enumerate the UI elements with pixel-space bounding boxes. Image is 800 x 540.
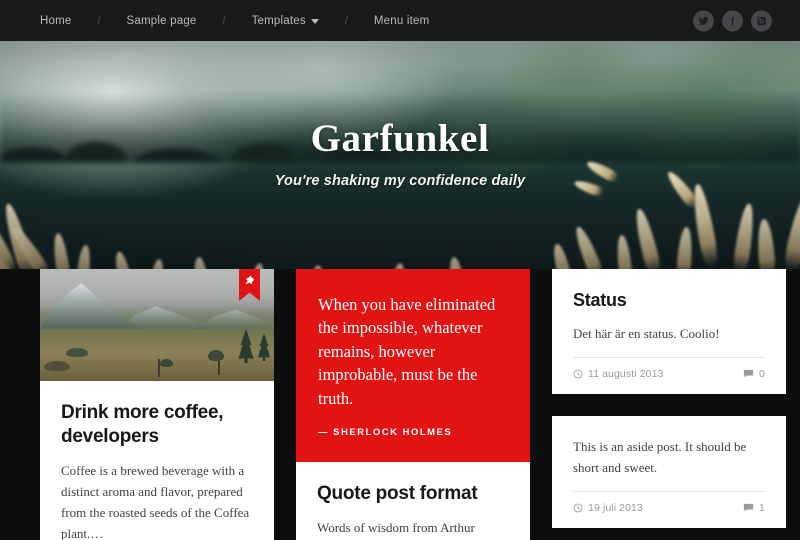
post-column-1: Drink more coffee, developers Coffee is … [40,269,274,540]
post-comment-count[interactable]: 0 [743,368,765,380]
page-root: Home / Sample page / Templates / Menu it… [0,0,800,540]
post-title-quote[interactable]: Quote post format [317,482,509,506]
nav-separator: / [344,14,348,27]
post-meta: 11 augusti 2013 0 [573,356,765,394]
post-date-label: 19 juli 2013 [588,501,643,514]
post-body: Drink more coffee, developers Coffee is … [40,381,274,540]
nav-separator: / [97,14,101,27]
site-tagline: You're shaking my confidence daily [274,172,526,189]
instagram-icon[interactable] [751,10,772,31]
post-body: This is an aside post. It should be shor… [552,416,786,528]
chevron-down-icon [310,19,319,24]
top-navigation-bar: Home / Sample page / Templates / Menu it… [0,0,800,41]
nav-item-menu-item[interactable]: Menu item [372,15,432,27]
post-card-aside[interactable]: This is an aside post. It should be shor… [552,415,786,528]
nav-item-sample-page[interactable]: Sample page [125,15,199,27]
comment-bubble-icon [743,503,754,512]
post-date: 11 augusti 2013 [573,368,663,380]
post-comment-count[interactable]: 1 [743,502,765,514]
post-column-2: When you have eliminated the impossible,… [296,269,530,540]
post-body: Quote post format Words of wisdom from A… [296,462,530,540]
nav-item-menu-item-label: Menu item [373,14,430,27]
facebook-icon[interactable] [722,10,743,31]
post-date: 19 juli 2013 [573,502,643,514]
card-gap [552,394,786,416]
nav-item-templates-label: Templates [251,14,306,27]
twitter-icon[interactable] [693,10,714,31]
post-excerpt-quote: Words of wisdom from Arthur Conan Doyle … [317,520,475,536]
post-column-3: Status Det här är en status. Coolio! 11 … [552,269,786,528]
quote-highlight-block: When you have eliminated the impossible,… [296,269,530,463]
social-links [693,10,772,31]
post-comment-count-label: 0 [759,367,765,380]
quote-text: When you have eliminated the impossible,… [318,295,496,408]
post-excerpt-status: Det här är en status. Coolio! [573,325,720,341]
post-date-label: 11 augusti 2013 [588,367,664,380]
nav-item-templates[interactable]: Templates [250,15,321,27]
nav-separator: / [222,14,226,27]
post-excerpt-coffee: Coffee is a brewed beverage with a disti… [61,462,250,540]
post-card-status[interactable]: Status Det här är en status. Coolio! 11 … [552,269,786,394]
post-card-quote[interactable]: When you have eliminated the impossible,… [296,269,530,540]
quote-citation: — Sherlock Holmes [318,427,453,439]
post-grid: Drink more coffee, developers Coffee is … [0,269,800,540]
post-body: Status Det här är en status. Coolio! 11 … [552,269,786,394]
post-title-coffee[interactable]: Drink more coffee, developers [61,401,253,449]
nav-menu: Home / Sample page / Templates / Menu it… [38,15,431,27]
nav-item-home-label: Home [40,14,72,27]
hero-text-block: Garfunkel You're shaking my confidence d… [0,117,800,189]
nav-item-home[interactable]: Home [38,15,73,27]
post-excerpt-aside: This is an aside post. It should be shor… [573,438,747,475]
post-meta: 19 juli 2013 1 [573,490,765,528]
clock-icon [573,369,583,379]
post-featured-image[interactable] [40,269,274,381]
post-title-status[interactable]: Status [573,289,765,312]
comment-bubble-icon [743,369,754,378]
pin-icon [245,275,254,285]
post-card-coffee[interactable]: Drink more coffee, developers Coffee is … [40,269,274,540]
post-comment-count-label: 1 [759,501,765,514]
hero-banner: Garfunkel You're shaking my confidence d… [0,41,800,269]
site-title: Garfunkel [310,117,490,160]
landscape-photo [40,269,274,381]
nav-item-sample-page-label: Sample page [126,14,197,27]
clock-icon [573,503,583,513]
